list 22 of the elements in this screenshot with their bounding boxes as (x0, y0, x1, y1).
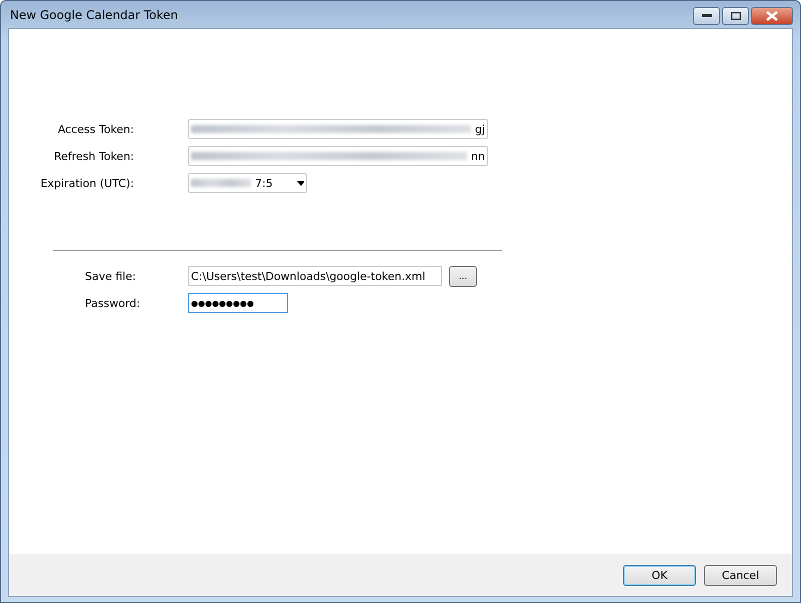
browse-button[interactable]: ... (449, 266, 477, 286)
field-label: Refresh Token: (52, 150, 134, 162)
maximize-icon (730, 12, 740, 20)
maximize-button[interactable] (722, 7, 749, 25)
dialog-button[interactable]: OK (623, 564, 696, 586)
field-label: Save file: (84, 270, 137, 282)
password-field[interactable]: ●●●●●●●●● (188, 293, 288, 313)
save-file-field[interactable]: C:\Users\test\Downloads\google-token.xml (188, 266, 442, 286)
field-label: Access Token: (56, 122, 134, 136)
field-label: Password: (84, 296, 142, 310)
date-time-picker[interactable]: 7:5 (188, 173, 307, 193)
minimize-button[interactable] (693, 7, 720, 25)
minimize-icon (702, 14, 712, 18)
window-title: New Google Calendar Token (10, 8, 178, 22)
token-field[interactable]: nn (188, 146, 488, 166)
token-field[interactable]: gj (188, 119, 488, 139)
close-button[interactable] (751, 7, 793, 25)
blurred-text (191, 179, 251, 187)
dialog-button[interactable]: Cancel (704, 564, 777, 586)
field-label: Expiration (UTC): (40, 176, 134, 190)
close-icon (766, 11, 778, 21)
dropdown-arrow-icon (296, 180, 304, 186)
